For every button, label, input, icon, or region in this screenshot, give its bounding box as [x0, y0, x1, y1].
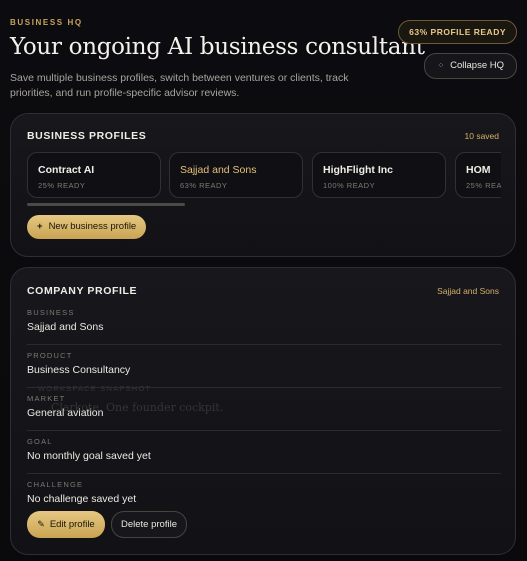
profile-card-contract-ai[interactable]: Contract AI 25% READY [27, 152, 161, 198]
field-label: CHALLENGE [27, 480, 84, 489]
new-business-profile-button[interactable]: + New business profile [27, 215, 147, 239]
edit-profile-label: Edit profile [49, 519, 95, 530]
field-business: BUSINESS Sajjad and Sons [27, 302, 501, 345]
field-value: Business Consultancy [27, 364, 131, 376]
field-value: No monthly goal saved yet [27, 450, 151, 462]
collapse-hq-label: Collapse HQ [450, 60, 504, 71]
eyebrow-label: BUSINESS HQ [10, 18, 83, 27]
collapse-hq-button[interactable]: ⁘ Collapse HQ [424, 53, 517, 79]
field-label: MARKET [27, 394, 66, 403]
profile-card-sajjad-and-sons[interactable]: Sajjad and Sons 63% READY [169, 152, 303, 198]
business-profiles-title: BUSINESS PROFILES [27, 130, 147, 142]
delete-profile-button[interactable]: Delete profile [111, 511, 187, 538]
field-value: General aviation [27, 407, 104, 419]
edit-icon: ✎ [37, 519, 45, 529]
page-subtitle: Save multiple business profiles, switch … [10, 72, 349, 99]
field-label: BUSINESS [27, 308, 75, 317]
profile-status: 25% READY [38, 181, 86, 190]
company-profile-title: COMPANY PROFILE [27, 285, 138, 297]
field-label: GOAL [27, 437, 53, 446]
field-label: PRODUCT [27, 351, 73, 360]
new-business-profile-label: New business profile [48, 221, 137, 232]
profile-status: 100% READY [323, 181, 376, 190]
field-challenge: CHALLENGE No challenge saved yet [27, 474, 501, 516]
hq-header: BUSINESS HQ Your ongoing AI business con… [0, 0, 527, 112]
business-hq-page: BUSINESS HQ Your ongoing AI business con… [0, 0, 527, 561]
field-value: No challenge saved yet [27, 493, 137, 505]
profile-card-hom[interactable]: HOM 25% READY [455, 152, 501, 198]
business-profiles-card: BUSINESS PROFILES 10 saved Contract AI 2… [10, 113, 516, 257]
profile-name: HOM [466, 164, 491, 176]
expand-collapse-icon: ⁘ [437, 61, 445, 70]
profile-card-highflight-inc[interactable]: HighFlight Inc 100% READY [312, 152, 446, 198]
plus-icon: + [37, 221, 43, 232]
edit-profile-button[interactable]: ✎ Edit profile [27, 511, 105, 538]
profile-status: 25% READY [466, 181, 501, 190]
saved-count: 10 saved [464, 131, 500, 141]
company-fields: BUSINESS Sajjad and Sons PRODUCT Busines… [27, 302, 501, 516]
profile-name: Contract AI [38, 164, 95, 176]
profile-ready-badge: 63% PROFILE READY [398, 20, 517, 44]
profile-name: Sajjad and Sons [180, 164, 257, 176]
profile-carousel[interactable]: Contract AI 25% READY Sajjad and Sons 63… [27, 152, 501, 202]
active-profile-name: Sajjad and Sons [437, 286, 499, 296]
profile-name: HighFlight Inc [323, 164, 393, 176]
field-product: PRODUCT Business Consultancy [27, 345, 501, 388]
field-market: MARKET General aviation [27, 388, 501, 431]
field-goal: GOAL No monthly goal saved yet [27, 431, 501, 474]
field-value: Sajjad and Sons [27, 321, 104, 333]
profile-carousel-scrollbar[interactable] [27, 203, 185, 206]
company-profile-card: COMPANY PROFILE Sajjad and Sons WORKSPAC… [10, 267, 516, 555]
page-title: Your ongoing AI business consultant [10, 34, 425, 60]
profile-status: 63% READY [180, 181, 228, 190]
